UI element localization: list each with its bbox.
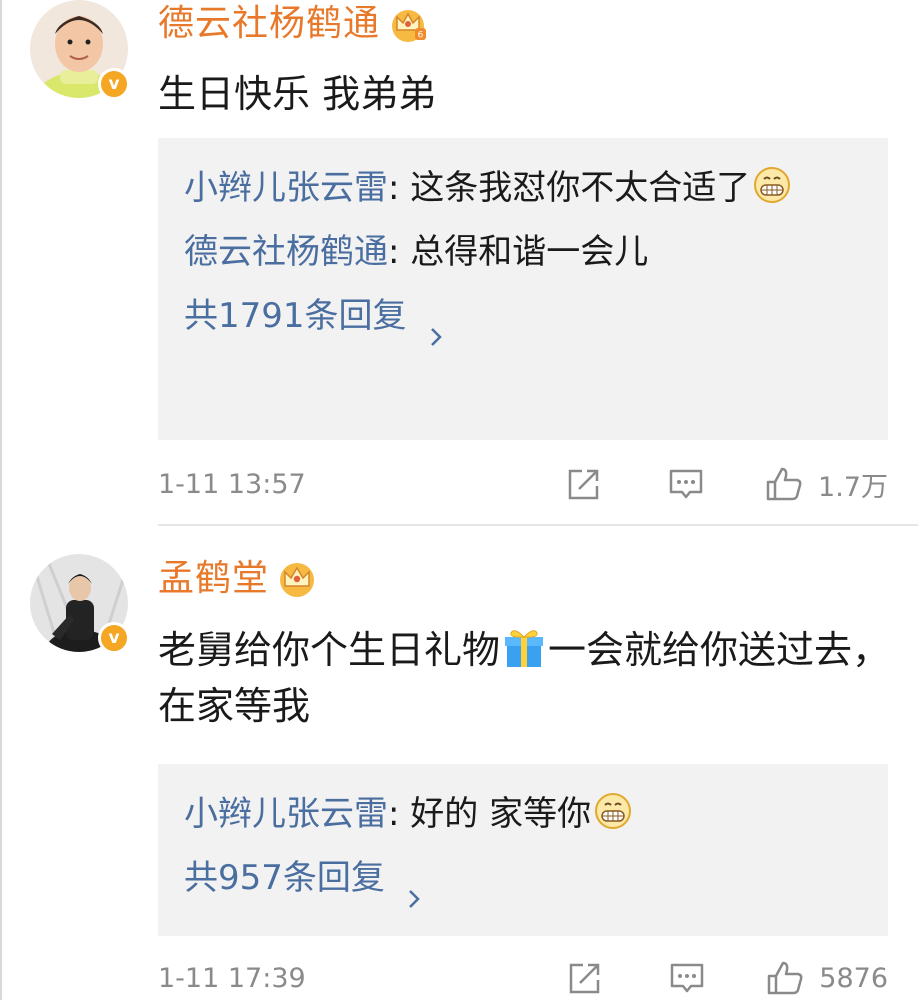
grin-emoji-icon — [752, 162, 792, 203]
share-icon — [564, 464, 604, 504]
more-replies-link[interactable]: 共957条回复 — [184, 846, 860, 910]
crown-level-icon — [277, 559, 317, 599]
thumbs-up-icon — [765, 958, 805, 998]
verified-v-icon: v — [98, 68, 130, 100]
chevron-right-icon — [407, 867, 421, 908]
reply-text: 总得和谐一会儿 — [410, 232, 649, 272]
reply-item: 德云社杨鹤通: 总得和谐一会儿 — [184, 232, 649, 272]
username[interactable]: 孟鹤堂 — [158, 557, 269, 601]
comment-meta: 1-11 17:39 5876 — [158, 958, 888, 998]
reply-item: 小辫儿张云雷: 好的 家等你 — [184, 782, 860, 846]
reply-username[interactable]: 小辫儿张云雷 — [184, 168, 388, 208]
reply-username[interactable]: 小辫儿张云雷 — [184, 794, 388, 834]
like-count: 5876 — [819, 962, 888, 994]
reply-text: 好的 家等你 — [410, 794, 592, 834]
verified-v-icon: v — [98, 622, 130, 654]
like-button[interactable]: 1.7万 — [764, 464, 888, 504]
avatar[interactable]: v — [30, 0, 130, 100]
reply-button[interactable] — [666, 464, 706, 504]
share-icon — [565, 958, 605, 998]
more-replies-label: 共957条回复 — [184, 858, 385, 898]
gift-icon — [502, 625, 546, 669]
like-button[interactable]: 5876 — [765, 958, 888, 998]
left-edge-divider — [0, 0, 2, 1000]
grin-emoji-icon — [593, 788, 633, 829]
share-button[interactable] — [564, 464, 604, 504]
chevron-right-icon — [429, 305, 443, 346]
reply-box[interactable]: 小辫儿张云雷: 这条我怼你不太合适了 德云社杨鹤通: 总得和谐一会儿 共1791… — [158, 138, 888, 440]
comment-icon — [667, 958, 707, 998]
thumbs-up-icon — [764, 464, 804, 504]
like-count: 1.7万 — [818, 471, 888, 503]
username-row: 德云社杨鹤通 6 — [158, 2, 428, 46]
comment-text: 生日快乐 我弟弟 — [158, 72, 437, 116]
more-replies-link[interactable]: 共1791条回复 — [184, 284, 860, 348]
svg-text:6: 6 — [418, 31, 424, 41]
reply-username[interactable]: 德云社杨鹤通 — [184, 232, 388, 272]
username-row: 孟鹤堂 — [158, 557, 317, 601]
comment-text: 老舅给你个生日礼物 一会就给你送过去，在家等我 — [158, 622, 898, 734]
username[interactable]: 德云社杨鹤通 — [158, 2, 380, 46]
timestamp: 1-11 13:57 — [158, 468, 306, 500]
reply-box[interactable]: 小辫儿张云雷: 好的 家等你 共957条回复 — [158, 764, 888, 936]
reply-item: 小辫儿张云雷: 这条我怼你不太合适了 — [184, 156, 860, 220]
comment-icon — [666, 464, 706, 504]
timestamp: 1-11 17:39 — [158, 962, 306, 994]
crown-level-icon: 6 — [388, 4, 428, 44]
share-button[interactable] — [565, 958, 605, 998]
avatar[interactable]: v — [30, 554, 130, 654]
comment-divider — [158, 524, 918, 526]
more-replies-label: 共1791条回复 — [184, 296, 407, 336]
reply-button[interactable] — [667, 958, 707, 998]
comment-meta: 1-11 13:57 1.7万 — [158, 464, 888, 504]
comment-text-part: 老舅给你个生日礼物 — [158, 628, 501, 672]
reply-text: 这条我怼你不太合适了 — [410, 168, 751, 208]
